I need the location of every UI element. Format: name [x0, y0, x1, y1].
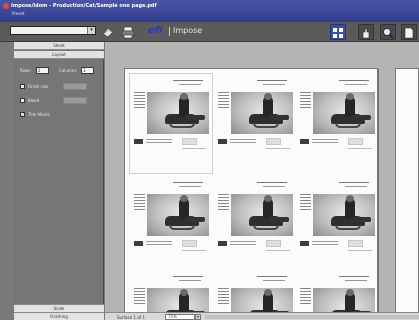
- rows-label: Rows: [20, 68, 31, 73]
- settings-panel: Sheet Layout Rows 2 Columns 3 Finish siz…: [14, 42, 104, 320]
- finish-size-field[interactable]: [63, 83, 87, 90]
- app-icon: [3, 3, 9, 9]
- window-title: Impose/Idom - Production/Cat/Sample one …: [11, 3, 157, 9]
- brand-divider: [169, 27, 170, 36]
- pan-tool-button[interactable]: [358, 24, 374, 40]
- chevron-down-icon[interactable]: ▾: [195, 314, 201, 320]
- photo-image: [313, 194, 375, 236]
- tab-sheet[interactable]: Sheet: [14, 42, 104, 50]
- columns-stepper[interactable]: 3: [81, 67, 94, 74]
- logo-icon: [218, 241, 227, 246]
- print-icon[interactable]: [121, 26, 135, 39]
- page-cell[interactable]: [295, 73, 379, 168]
- logo-icon: [300, 139, 309, 144]
- rows-stepper[interactable]: 2: [36, 67, 49, 74]
- efi-logo: efi: [148, 25, 163, 36]
- photo-image: [147, 194, 209, 236]
- photo-image: [231, 194, 293, 236]
- photo-image: [313, 92, 375, 134]
- finish-size-checkbox[interactable]: [20, 84, 25, 89]
- document-tool-button[interactable]: [401, 24, 417, 40]
- logo-icon: [134, 241, 143, 246]
- columns-label: Columns: [59, 68, 77, 73]
- finish-size-label: Finish size: [28, 84, 49, 89]
- tab-scale[interactable]: Scale: [14, 304, 104, 312]
- logo-icon: [218, 139, 227, 144]
- chevron-down-icon[interactable]: ▾: [87, 27, 95, 34]
- bleed-checkbox[interactable]: [20, 98, 25, 103]
- tab-layout[interactable]: Layout: [14, 51, 104, 59]
- hand-icon: [362, 28, 370, 39]
- photo-image: [231, 92, 293, 134]
- trim-marks-label: Trim Marks: [28, 112, 50, 117]
- impose-window: Impose/Idom - Production/Cat/Sample one …: [0, 0, 419, 320]
- page-cell[interactable]: [295, 175, 379, 270]
- bleed-field[interactable]: [63, 97, 87, 104]
- zoom-tool-button[interactable]: [380, 24, 396, 40]
- logo-icon: [134, 139, 143, 144]
- document-icon: [404, 27, 414, 39]
- trim-marks-checkbox[interactable]: ✓: [20, 112, 25, 117]
- page-cell[interactable]: [213, 73, 297, 168]
- preset-dropdown[interactable]: ▾: [10, 26, 96, 35]
- document-preview-icon[interactable]: [101, 25, 115, 38]
- page-cell[interactable]: [129, 175, 213, 270]
- logo-icon: [300, 241, 309, 246]
- preset-value: [11, 38, 12, 43]
- surface-count: Surface 1 of 1: [117, 315, 145, 320]
- photo-image: [147, 92, 209, 134]
- page-cell[interactable]: [213, 175, 297, 270]
- bleed-label: Bleed: [28, 98, 40, 103]
- status-bar: Surface 1 of 1 75% ▾: [105, 312, 419, 320]
- preset-label: Preset: [12, 11, 25, 16]
- tab-finishing[interactable]: Finishing: [14, 312, 104, 320]
- zoom-icon: [383, 28, 394, 39]
- next-press-sheet[interactable]: [395, 68, 419, 320]
- layout-grid-icon: [333, 28, 343, 38]
- layout-view-button[interactable]: [330, 24, 346, 40]
- page-cell[interactable]: [129, 73, 213, 168]
- title-bar: Impose/Idom - Production/Cat/Sample one …: [0, 0, 419, 22]
- zoom-field[interactable]: 75%: [165, 314, 195, 320]
- press-sheet[interactable]: [124, 68, 378, 320]
- product-name: Impose: [173, 26, 203, 35]
- horizontal-scrollbar[interactable]: [205, 315, 419, 319]
